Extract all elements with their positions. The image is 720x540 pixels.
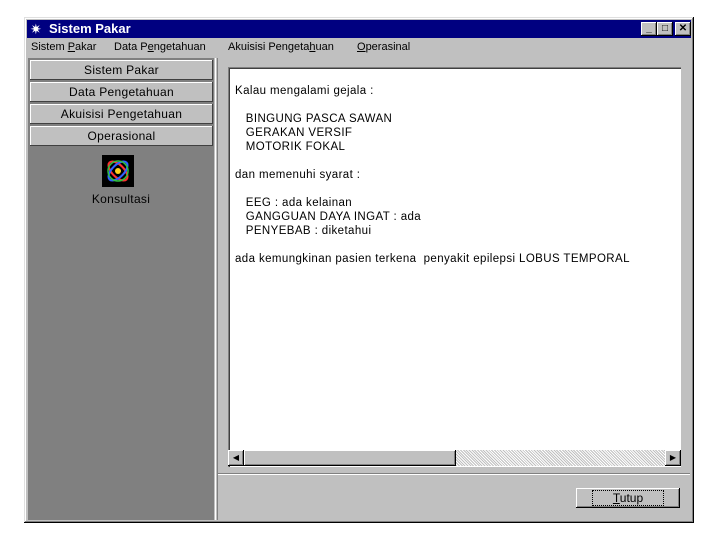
scroll-left-arrow-icon[interactable]: ◀ [228,450,244,466]
result-text: Kalau mengalami gejala : BINGUNG PASCA S… [235,84,630,266]
result-panel: Kalau mengalami gejala : BINGUNG PASCA S… [228,67,681,467]
separator [218,473,690,475]
menu-operasinal[interactable]: Operasinal [357,38,410,56]
scroll-thumb[interactable] [244,450,456,466]
close-button[interactable]: ✕ [675,22,691,36]
konsultasi-label[interactable]: Konsultasi [28,192,214,206]
result-line: BINGUNG PASCA SAWAN [235,113,393,125]
konsultasi-icon[interactable] [102,155,134,187]
main-window: ✷ Sistem Pakar _ □ ✕ Sistem Pakar Data P… [24,17,694,523]
minimize-button[interactable]: _ [641,22,657,36]
sidebar-button-data-pengetahuan[interactable]: Data Pengetahuan [30,82,213,102]
menu-sistem-pakar[interactable]: Sistem Pakar [31,38,96,56]
menu-data-pengetahuan[interactable]: Data Pengetahuan [114,38,206,56]
maximize-button[interactable]: □ [657,22,673,36]
menu-akuisisi-pengetahuan[interactable]: Akuisisi Pengetahuan [228,38,334,56]
scroll-right-arrow-icon[interactable]: ▶ [665,450,681,466]
result-line: GANGGUAN DAYA INGAT : ada [235,211,422,223]
tutup-button[interactable]: Tutup [576,488,680,508]
window-title: Sistem Pakar [49,21,131,36]
result-line [235,238,630,252]
horizontal-scrollbar[interactable]: ◀ ▶ [228,450,681,466]
result-line [235,154,630,168]
tutup-label: Tutup [591,490,665,506]
scroll-track[interactable] [456,450,665,466]
result-line: Kalau mengalami gejala : [235,85,374,97]
splitter[interactable] [215,58,218,520]
sidebar: Sistem Pakar Data Pengetahuan Akuisisi P… [28,58,214,520]
sidebar-button-akuisisi-pengetahuan[interactable]: Akuisisi Pengetahuan [30,104,213,124]
sidebar-button-operasional[interactable]: Operasional [30,126,213,146]
result-line [235,98,630,112]
sidebar-button-sistem-pakar[interactable]: Sistem Pakar [30,60,213,80]
result-line: ada kemungkinan pasien terkena penyakit … [235,253,630,265]
result-line: PENYEBAB : diketahui [235,225,372,237]
title-bar[interactable]: ✷ Sistem Pakar _ □ ✕ [27,20,691,38]
result-line: dan memenuhi syarat : [235,169,361,181]
app-icon: ✷ [30,21,42,37]
result-line: GERAKAN VERSIF [235,127,353,139]
result-line: EEG : ada kelainan [235,197,353,209]
result-line [235,182,630,196]
result-line: MOTORIK FOKAL [235,141,346,153]
menu-bar: Sistem Pakar Data Pengetahuan Akuisisi P… [27,38,691,56]
